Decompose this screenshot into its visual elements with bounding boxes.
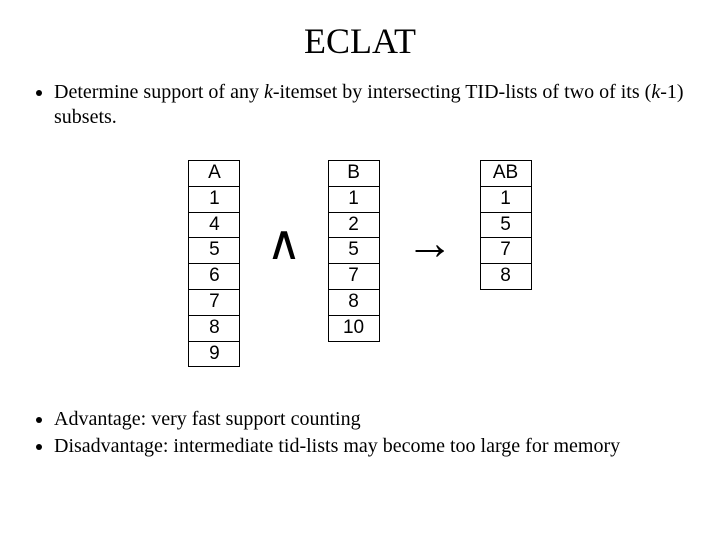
top-bullets: Determine support of any k-itemset by in… [30, 80, 690, 130]
table-cell: 7 [328, 264, 379, 290]
tidlist-b-header: B [328, 161, 379, 187]
tidlist-ab: AB 1 5 7 8 [480, 160, 532, 290]
bullet-determine-support: Determine support of any k-itemset by in… [54, 80, 690, 130]
tidlist-a-header: A [189, 161, 240, 187]
table-cell: 6 [189, 264, 240, 290]
bullet-disadvantage: Disadvantage: intermediate tid-lists may… [54, 434, 690, 459]
table-cell: 1 [189, 186, 240, 212]
table-cell: 10 [328, 315, 379, 341]
table-cell: 8 [189, 315, 240, 341]
bullet-advantage: Advantage: very fast support counting [54, 407, 690, 432]
tid-diagram: A 1 4 5 6 7 8 9 ∧ B 1 2 5 7 8 10 → AB 1 … [30, 160, 690, 367]
table-cell: 7 [480, 238, 531, 264]
table-cell: 1 [480, 186, 531, 212]
tidlist-a: A 1 4 5 6 7 8 9 [188, 160, 240, 367]
text-k: k [264, 81, 273, 103]
bottom-bullets: Advantage: very fast support counting Di… [30, 407, 690, 459]
text-km1: k [651, 81, 660, 103]
table-cell: 8 [328, 289, 379, 315]
text-mid: -itemset by intersecting TID-lists of tw… [273, 81, 651, 103]
table-cell: 5 [189, 238, 240, 264]
arrow-icon: → [406, 220, 454, 308]
table-cell: 7 [189, 289, 240, 315]
table-cell: 5 [480, 212, 531, 238]
tidlist-ab-header: AB [480, 161, 531, 187]
and-icon: ∧ [266, 220, 301, 308]
table-cell: 8 [480, 264, 531, 290]
table-cell: 4 [189, 212, 240, 238]
tidlist-b: B 1 2 5 7 8 10 [328, 160, 380, 342]
table-cell: 5 [328, 238, 379, 264]
table-cell: 1 [328, 186, 379, 212]
table-cell: 2 [328, 212, 379, 238]
text-prefix: Determine support of any [54, 81, 264, 103]
page-title: ECLAT [30, 20, 690, 62]
table-cell: 9 [189, 341, 240, 367]
